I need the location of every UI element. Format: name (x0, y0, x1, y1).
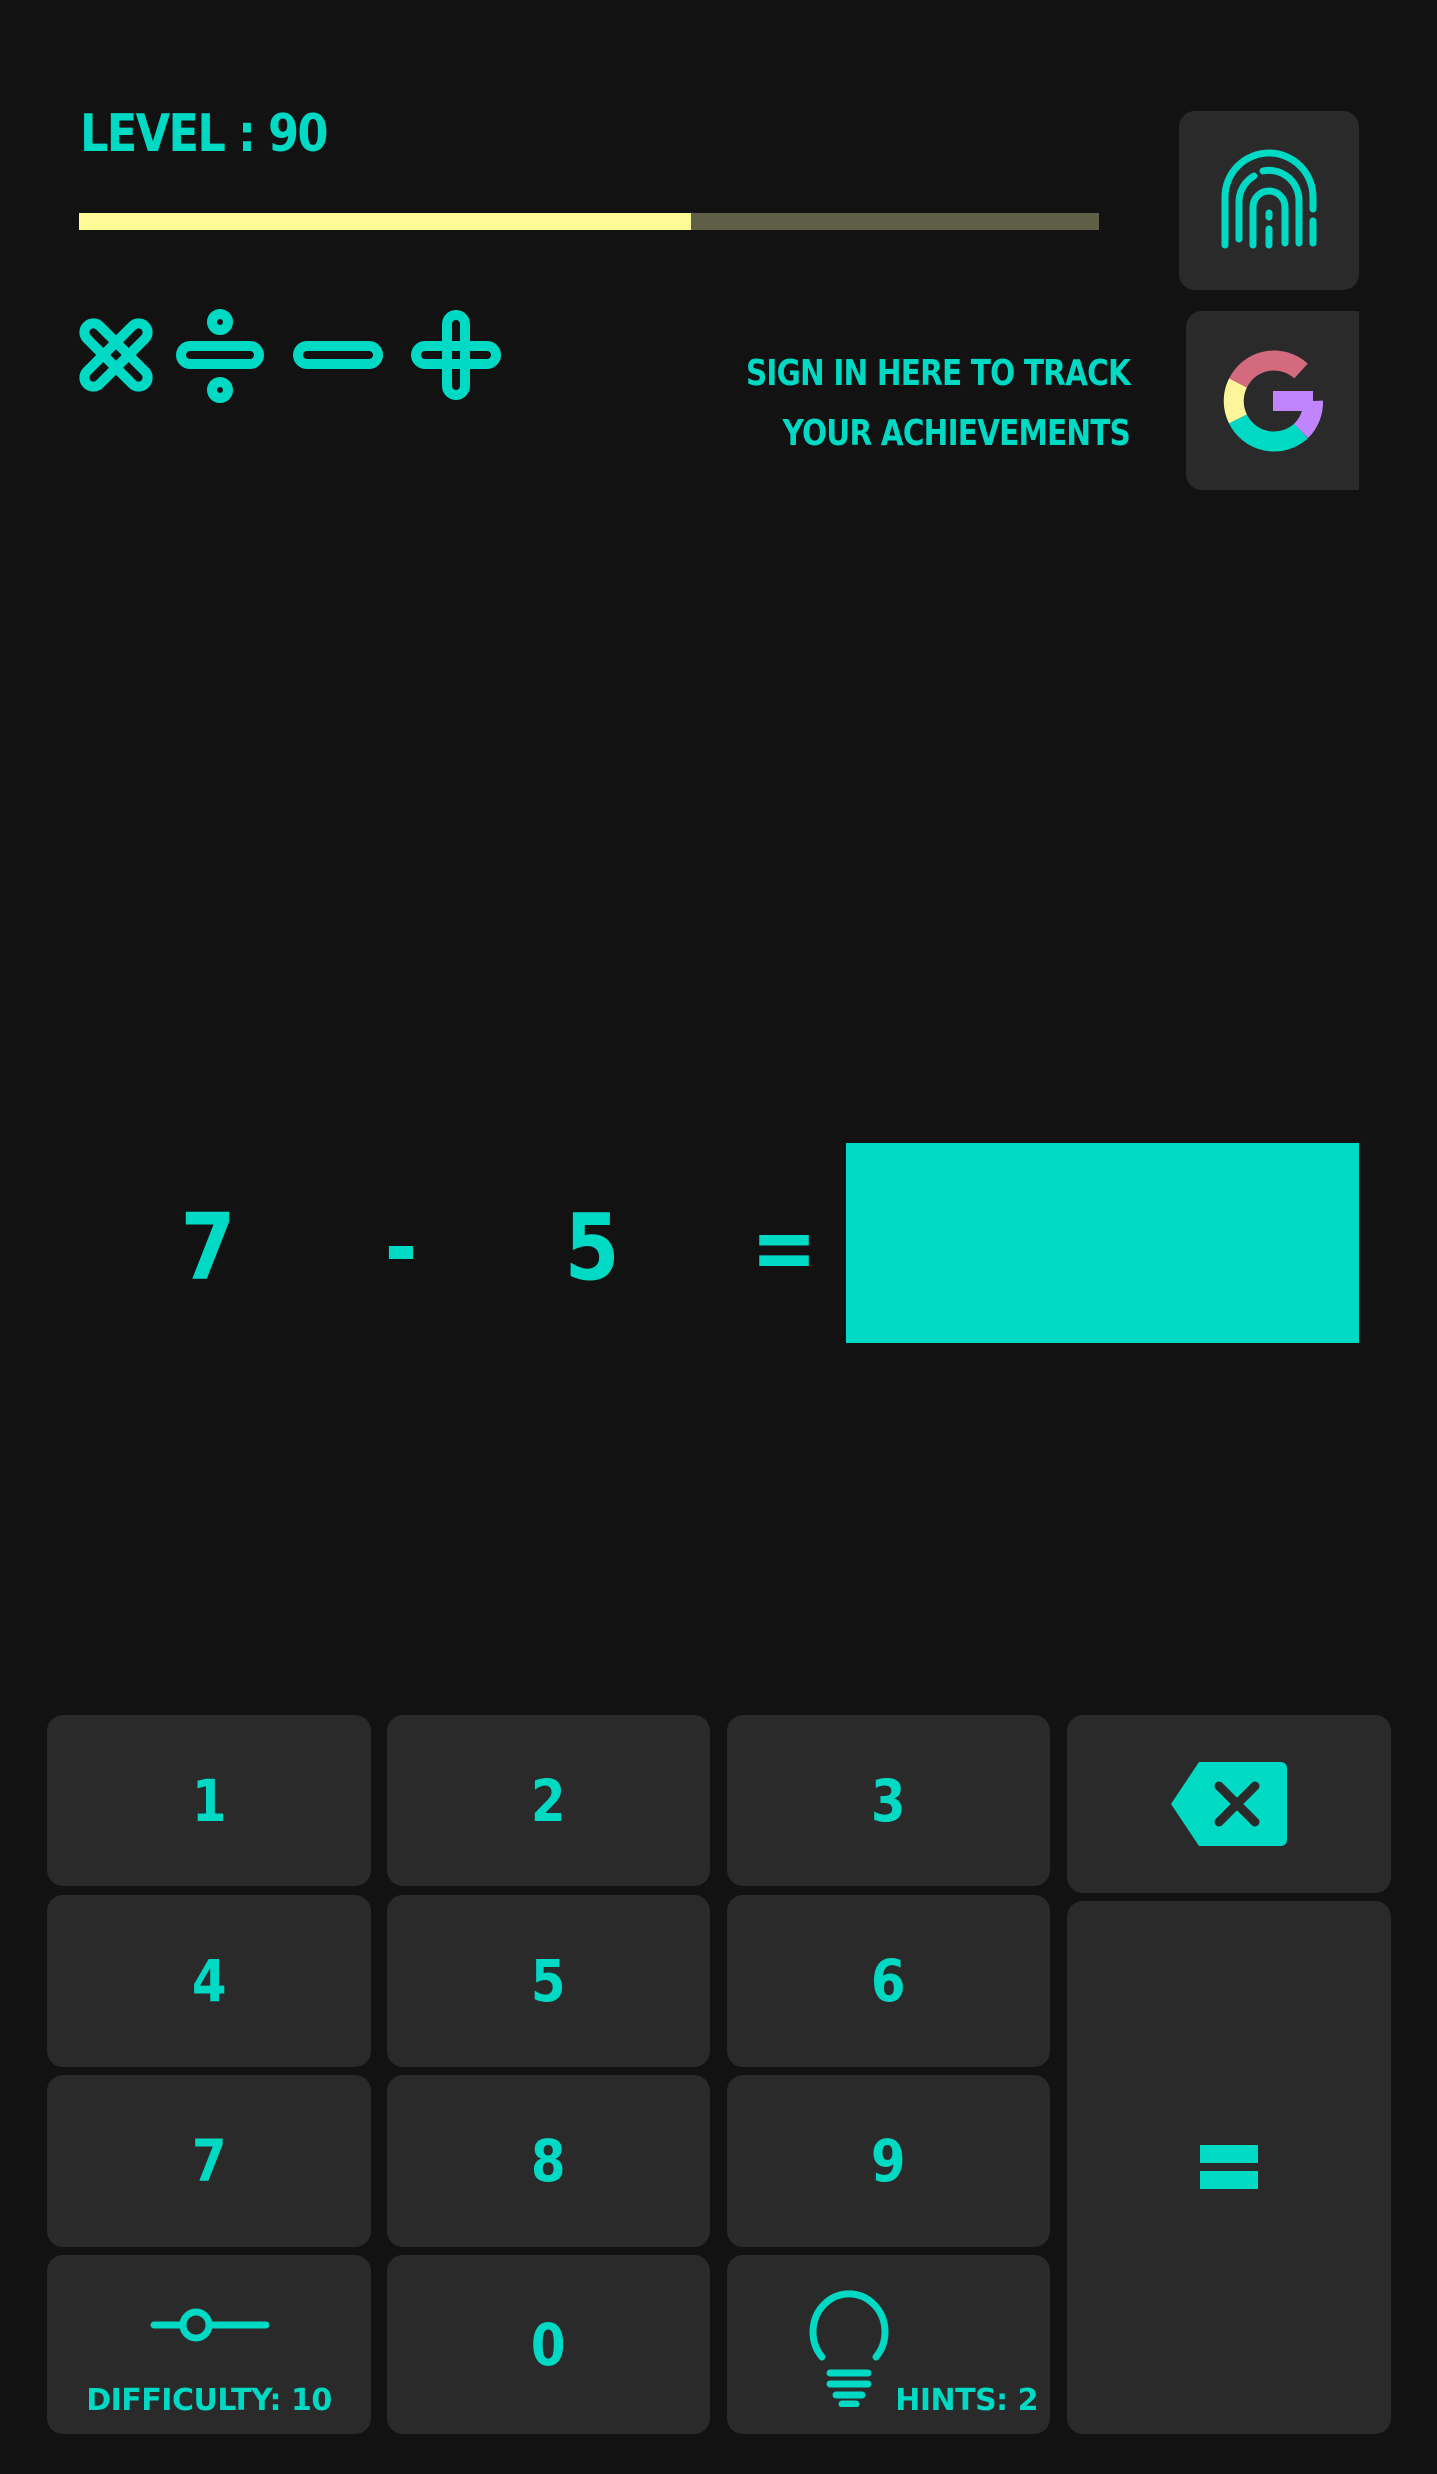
operand-1: 7 (180, 1194, 236, 1301)
google-g-icon (1223, 350, 1323, 451)
key-1-label: 1 (191, 1766, 227, 1835)
backspace-button[interactable] (1067, 1715, 1391, 1893)
key-7[interactable]: 7 (47, 2075, 371, 2247)
difficulty-button[interactable]: DIFFICULTY: 10 (47, 2255, 371, 2434)
equals-submit-button[interactable] (1067, 1901, 1391, 2434)
signin-line-1: SIGN IN HERE TO TRACK (745, 353, 1131, 394)
minus-icon (293, 341, 383, 369)
key-0-label: 0 (531, 2310, 566, 2379)
key-4-label: 4 (191, 1947, 227, 2015)
fingerprint-button[interactable] (1179, 111, 1359, 290)
hints-button[interactable]: HINTS: 2 (727, 2255, 1050, 2434)
key-8[interactable]: 8 (387, 2075, 710, 2247)
equals-icon (1200, 2144, 1258, 2191)
key-4[interactable]: 4 (47, 1895, 371, 2067)
level-progress-fill (79, 213, 691, 230)
signin-prompt[interactable]: SIGN IN HERE TO TRACK YOUR ACHIEVEMENTS (660, 344, 1131, 464)
multiply-icon (79, 318, 153, 392)
slider-icon (150, 2308, 270, 2342)
key-1[interactable]: 1 (47, 1715, 371, 1886)
equation-equals-sign: = (750, 1194, 818, 1301)
answer-input[interactable] (846, 1143, 1359, 1343)
operand-2: 5 (564, 1194, 620, 1301)
hints-label: HINTS: 2 (895, 2383, 1038, 2418)
key-0[interactable]: 0 (387, 2255, 710, 2434)
key-6[interactable]: 6 (727, 1895, 1050, 2067)
key-3-label: 3 (871, 1766, 906, 1835)
equation-operator: - (384, 1194, 418, 1301)
signin-line-2: YOUR ACHIEVEMENTS (782, 413, 1131, 454)
key-7-label: 7 (191, 2127, 227, 2195)
key-9-label: 9 (871, 2127, 906, 2195)
lightbulb-icon (809, 2290, 889, 2407)
level-label: LEVEL : 90 (80, 104, 328, 164)
backspace-icon (1171, 1762, 1287, 1846)
difficulty-label: DIFFICULTY: 10 (86, 2383, 332, 2418)
key-5-label: 5 (531, 1947, 566, 2015)
divide-icon (176, 309, 264, 403)
google-signin-button[interactable] (1186, 311, 1359, 490)
key-2-label: 2 (531, 1766, 566, 1835)
level-progress-bar (79, 213, 1099, 230)
key-6-label: 6 (871, 1947, 906, 2015)
key-2[interactable]: 2 (387, 1715, 710, 1886)
fingerprint-icon (1221, 149, 1317, 248)
plus-icon (411, 310, 501, 400)
operator-icons (76, 300, 526, 410)
key-5[interactable]: 5 (387, 1895, 710, 2067)
key-8-label: 8 (531, 2127, 566, 2195)
key-9[interactable]: 9 (727, 2075, 1050, 2247)
key-3[interactable]: 3 (727, 1715, 1050, 1886)
